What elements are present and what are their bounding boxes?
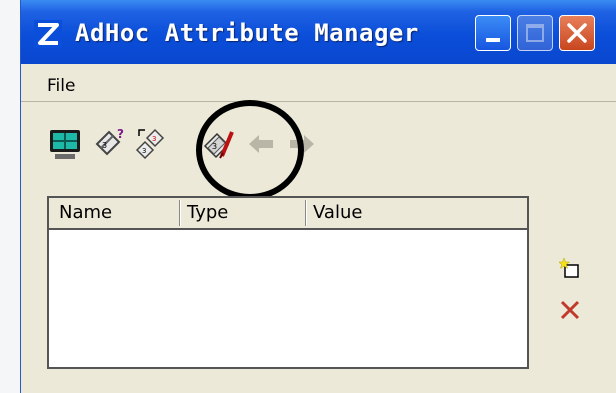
- svg-text:3: 3: [152, 135, 156, 143]
- svg-text:?: ?: [117, 127, 124, 141]
- column-header-name[interactable]: Name: [59, 202, 112, 223]
- column-divider[interactable]: [305, 200, 307, 226]
- tag-copy-icon[interactable]: 3 3: [133, 126, 169, 162]
- svg-text:3: 3: [142, 147, 146, 155]
- window-bottom-border: [21, 386, 616, 393]
- tag-query-icon[interactable]: 3 ?: [91, 126, 127, 162]
- adhoc-attribute-manager-window: AdHoc Attribute Manager File 3 ? 3 3 3 N…: [20, 0, 616, 393]
- maximize-button[interactable]: [517, 15, 553, 51]
- menu-bar: [21, 64, 616, 102]
- column-header-value[interactable]: Value: [313, 202, 362, 223]
- close-button[interactable]: [559, 15, 595, 51]
- delete-icon[interactable]: [559, 299, 581, 321]
- svg-text:3: 3: [102, 141, 107, 150]
- attribute-list[interactable]: Name Type Value: [47, 196, 529, 369]
- column-divider[interactable]: [179, 200, 181, 226]
- maximize-icon: [526, 24, 544, 42]
- column-header-type[interactable]: Type: [187, 202, 228, 223]
- new-attribute-icon[interactable]: [559, 256, 581, 282]
- menu-file[interactable]: File: [47, 76, 75, 96]
- title-bar[interactable]: AdHoc Attribute Manager: [21, 0, 616, 64]
- minimize-icon: [486, 38, 500, 42]
- highlight-circle-annotation: [196, 100, 304, 200]
- app-icon: [34, 20, 62, 48]
- close-icon: [567, 23, 587, 43]
- minimize-button[interactable]: [475, 15, 511, 51]
- background-area: [0, 0, 20, 393]
- monitor-grid-icon[interactable]: [47, 126, 83, 162]
- list-header: Name Type Value: [49, 198, 527, 230]
- window-title: AdHoc Attribute Manager: [75, 19, 419, 47]
